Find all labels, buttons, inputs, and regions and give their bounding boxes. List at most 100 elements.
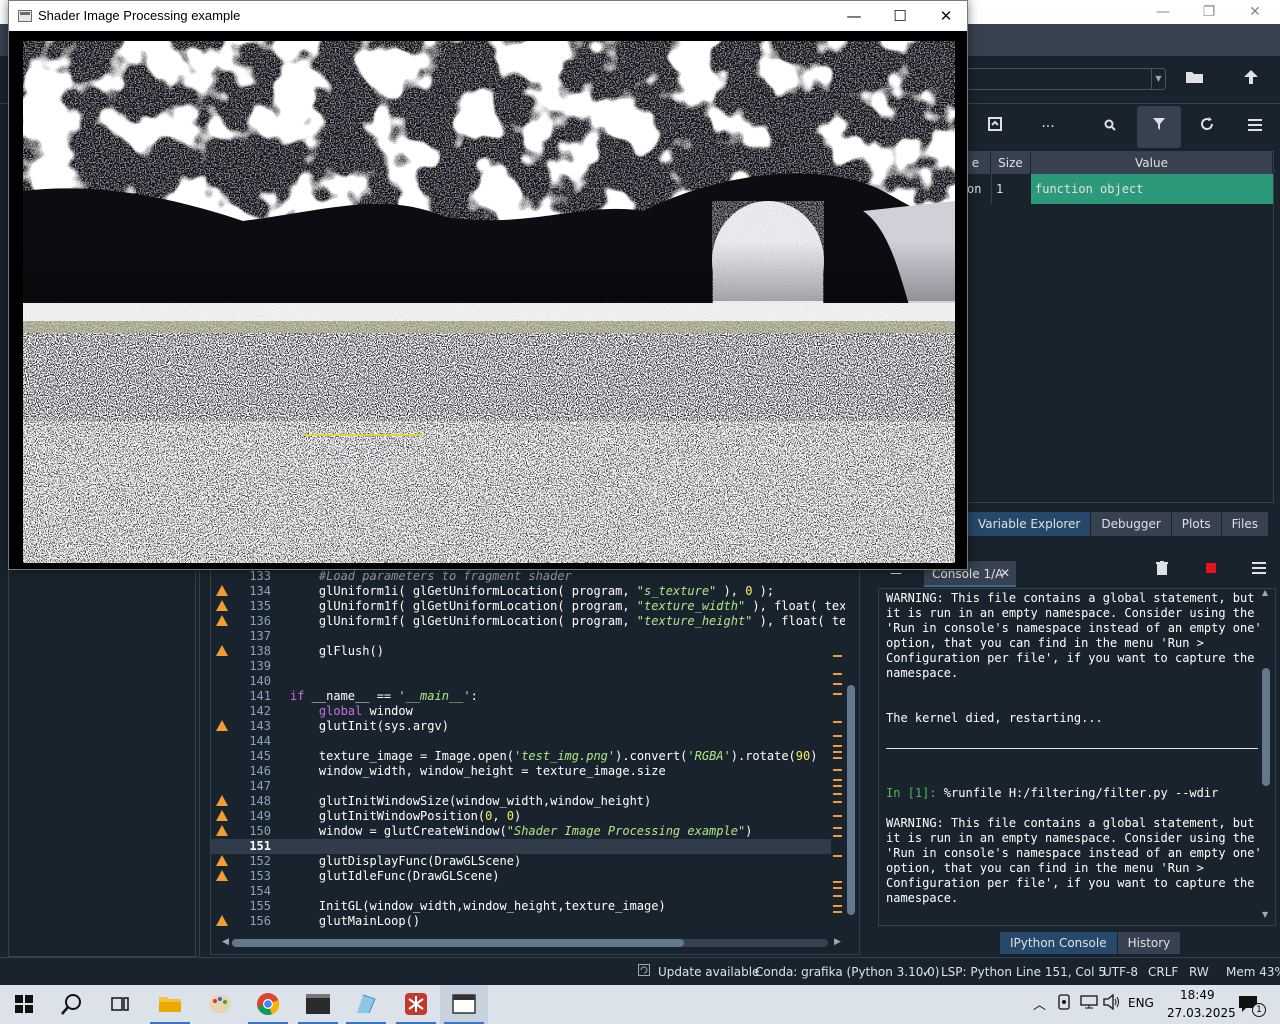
chrome-taskbar-button[interactable]	[244, 985, 292, 1024]
refresh-icon[interactable]	[1192, 112, 1222, 142]
code-line[interactable]: 143 glutInit(sys.argv)	[211, 719, 831, 734]
warning-marker[interactable]	[833, 905, 842, 907]
tab-history[interactable]: History	[1117, 932, 1182, 954]
scrollbar-thumb[interactable]	[232, 939, 684, 947]
warning-marker[interactable]	[833, 881, 842, 883]
warning-marker[interactable]	[833, 655, 842, 657]
warning-icon[interactable]	[216, 720, 228, 731]
browse-folder-button[interactable]	[1181, 66, 1209, 94]
code-line[interactable]: 145 texture_image = Image.open('test_img…	[211, 749, 831, 764]
spyder-restore-button[interactable]: ❐	[1186, 2, 1232, 22]
warning-marker[interactable]	[833, 815, 842, 817]
warning-marker[interactable]	[833, 735, 842, 737]
trash-icon[interactable]	[1156, 561, 1168, 578]
warning-icon[interactable]	[216, 645, 228, 656]
search-icon[interactable]	[1095, 112, 1125, 142]
warning-marker[interactable]	[833, 835, 842, 837]
spyder-close-button[interactable]: ✕	[1232, 2, 1278, 22]
clock-time[interactable]: 18:49	[1180, 988, 1215, 1002]
scroll-left-icon[interactable]: ◀	[222, 937, 229, 947]
console-vertical-scrollbar[interactable]: ▲ ▼	[1260, 588, 1272, 920]
code-editor[interactable]: 133 #Load parameters to fragment shader 1…	[210, 565, 860, 955]
network-icon[interactable]	[1080, 995, 1098, 1013]
code-line[interactable]: 142 global window	[211, 704, 831, 719]
code-line[interactable]: 147	[211, 779, 831, 794]
warning-marker[interactable]	[833, 693, 842, 695]
warning-marker[interactable]	[833, 801, 842, 803]
warning-marker[interactable]	[833, 779, 842, 781]
code-line[interactable]: 134 glUniform1i( glGetUniformLocation( p…	[211, 584, 831, 599]
opengl-window[interactable]: Shader Image Processing example — ☐ ✕	[8, 0, 968, 570]
start-button[interactable]	[0, 985, 48, 1024]
column-header-size[interactable]: Size	[991, 152, 1031, 174]
file-explorer-taskbar-button[interactable]	[146, 985, 194, 1024]
editor-vertical-scrollbar[interactable]	[845, 565, 857, 935]
editor-horizontal-scrollbar[interactable]: ◀ ▶	[222, 937, 844, 949]
code-line[interactable]: 153 glutIdleFunc(DrawGLScene)	[211, 869, 831, 884]
minimize-button[interactable]: —	[831, 1, 877, 31]
code-line[interactable]: 156 glutMainLoop()	[211, 914, 831, 929]
warning-icon[interactable]	[216, 915, 228, 926]
code-line[interactable]: 141 if __name__ == '__main__':	[211, 689, 831, 704]
warning-marker[interactable]	[833, 827, 842, 829]
maximize-button[interactable]: ☐	[877, 1, 923, 31]
code-line[interactable]: 150 window = glutCreateWindow("Shader Im…	[211, 824, 831, 839]
working-directory-combo[interactable]: ▼	[960, 68, 1166, 90]
terminal-taskbar-button[interactable]	[294, 985, 342, 1024]
tab-files[interactable]: Files	[1221, 512, 1269, 536]
warning-marker[interactable]	[833, 911, 842, 913]
warning-marker[interactable]	[833, 745, 842, 747]
save-data-icon[interactable]	[980, 112, 1010, 142]
code-line[interactable]: 148 glutInitWindowSize(window_width,wind…	[211, 794, 831, 809]
task-view-button[interactable]	[96, 985, 144, 1024]
warning-icon[interactable]	[216, 870, 228, 881]
filter-icon[interactable]	[1137, 106, 1181, 148]
warning-marker[interactable]	[833, 683, 842, 685]
conda-env-label[interactable]: Conda: grafika (Python 3.10.0)	[755, 965, 939, 979]
warning-marker[interactable]	[833, 751, 842, 753]
scrollbar-thumb[interactable]	[1262, 668, 1270, 786]
stop-kernel-icon[interactable]	[1206, 563, 1216, 573]
code-line[interactable]: 152 glutDisplayFunc(DrawGLScene)	[211, 854, 831, 869]
code-line[interactable]: 136 glUniform1f( glGetUniformLocation( p…	[211, 614, 854, 629]
paint-taskbar-button[interactable]	[196, 985, 244, 1024]
scroll-right-icon[interactable]: ▶	[834, 937, 841, 947]
code-line[interactable]: 139	[211, 659, 831, 674]
warning-marker[interactable]	[833, 855, 842, 857]
warning-icon[interactable]	[216, 825, 228, 836]
chevron-up-icon[interactable]: ︿	[1033, 994, 1046, 1013]
tab-ipython-console[interactable]: IPython Console	[1000, 932, 1118, 954]
tab-debugger[interactable]: Debugger	[1091, 512, 1172, 536]
parent-directory-button[interactable]	[1237, 66, 1265, 94]
notepad-taskbar-button[interactable]	[342, 985, 390, 1024]
warning-icon[interactable]	[216, 855, 228, 866]
clock-date[interactable]: 27.03.2025	[1167, 1006, 1236, 1020]
code-line[interactable]: 137	[211, 629, 831, 644]
warning-marker[interactable]	[833, 673, 842, 675]
code-line[interactable]: 144	[211, 734, 831, 749]
code-line[interactable]: 155 InitGL(window_width,window_height,te…	[211, 899, 831, 914]
console-output[interactable]: WARNING: This file contains a global sta…	[878, 588, 1276, 926]
chevron-down-icon[interactable]: ▼	[1151, 69, 1165, 89]
input-language[interactable]: ENG	[1128, 996, 1154, 1010]
code-line[interactable]: 138 glFlush()	[211, 644, 831, 659]
close-button[interactable]: ✕	[923, 1, 969, 31]
code-line[interactable]: 135 glUniform1f( glGetUniformLocation( p…	[211, 599, 854, 614]
warning-icon[interactable]	[216, 585, 228, 596]
close-icon[interactable]: ✕	[1000, 566, 1010, 580]
tab-variable-explorer[interactable]: Variable Explorer	[968, 512, 1092, 536]
code-line[interactable]: 154	[211, 884, 831, 899]
update-available-label[interactable]: Update available	[658, 965, 759, 979]
warning-marker[interactable]	[833, 887, 842, 889]
code-line[interactable]: 149 glutInitWindowPosition(0, 0)	[211, 809, 831, 824]
spyder-minimize-button[interactable]: —	[1140, 2, 1186, 22]
warning-icon[interactable]	[216, 795, 228, 806]
network-device-icon[interactable]	[1057, 994, 1071, 1014]
warning-marker[interactable]	[833, 895, 842, 897]
warning-marker[interactable]	[833, 793, 842, 795]
code-line[interactable]: 146 window_width, window_height = textur…	[211, 764, 831, 779]
tab-plots[interactable]: Plots	[1171, 512, 1222, 536]
warning-marker[interactable]	[833, 769, 842, 771]
window-titlebar[interactable]: Shader Image Processing example — ☐ ✕	[9, 1, 967, 31]
warning-icon[interactable]	[216, 600, 228, 611]
